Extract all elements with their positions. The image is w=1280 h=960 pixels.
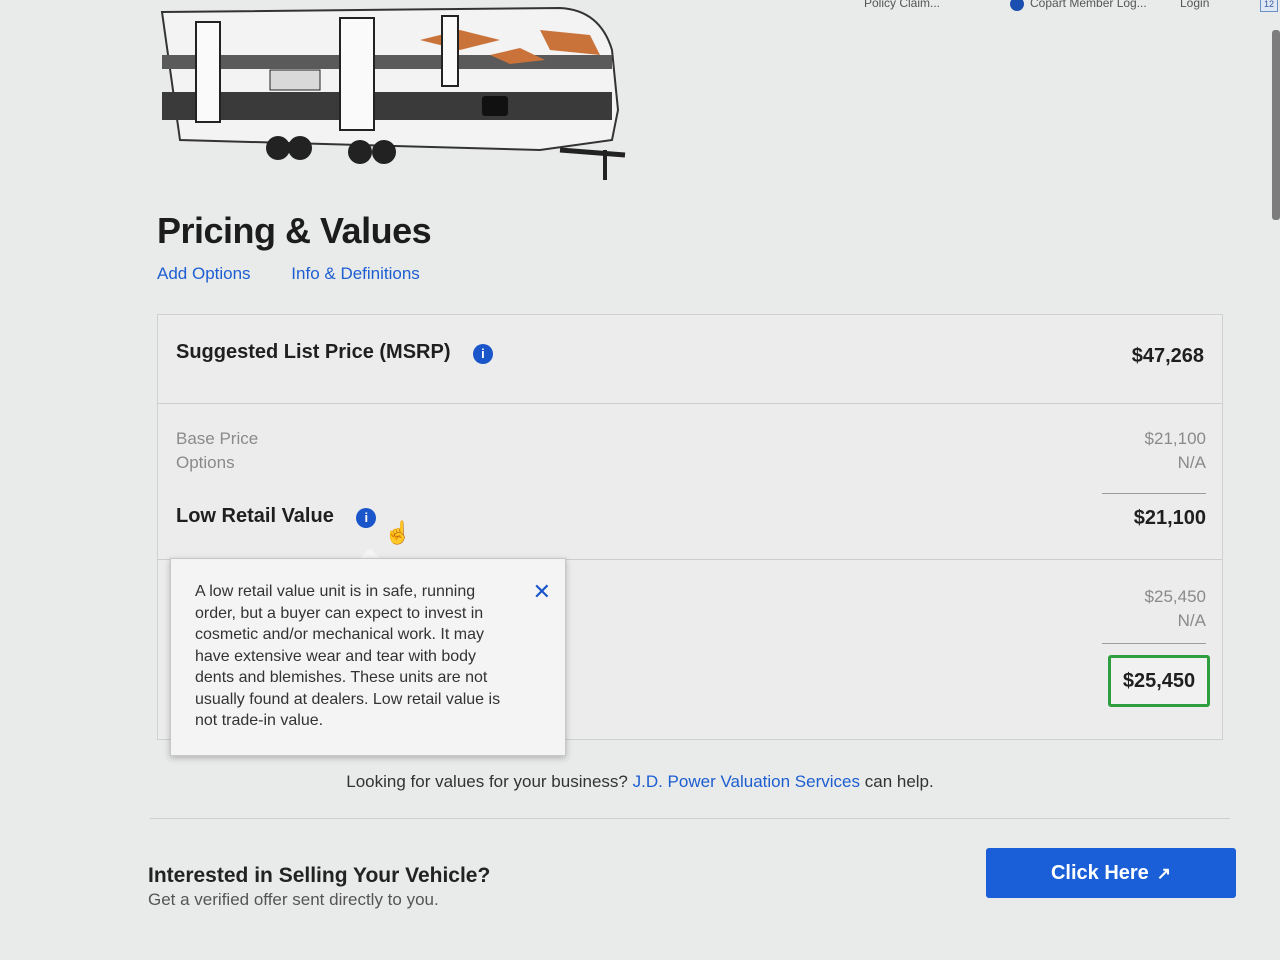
sell-subtitle: Get a verified offer sent directly to yo… xyxy=(148,890,439,909)
msrp-info-icon[interactable]: i xyxy=(472,343,493,364)
base-price-row: Base Price $21,100 xyxy=(176,429,1206,449)
pricing-links: Add Options Info & Definitions xyxy=(157,264,456,284)
msrp-label: Suggested List Price (MSRP) xyxy=(176,341,451,363)
tooltip-text: A low retail value unit is in safe, runn… xyxy=(195,583,501,729)
base-price-value: $21,100 xyxy=(1144,429,1206,448)
options-label: Options xyxy=(176,453,235,472)
business-note: Looking for values for your business? J.… xyxy=(0,772,1280,792)
business-suffix: can help. xyxy=(864,772,934,791)
bookmark-login[interactable]: Login xyxy=(1180,0,1209,10)
hand-cursor-icon: ☝ xyxy=(384,520,412,545)
bookmarks-bar: Policy Claim... Copart Member Log... Log… xyxy=(830,0,1280,12)
avg-retail-value: $25,450 xyxy=(1108,655,1210,707)
bookmark-copart[interactable]: Copart Member Log... xyxy=(1010,0,1147,11)
divider xyxy=(150,818,1230,819)
business-prefix: Looking for values for your business? xyxy=(346,772,628,791)
external-link-icon: ↗ xyxy=(1156,863,1172,883)
copart-icon xyxy=(1010,0,1024,11)
low-retail-value: $21,100 xyxy=(1133,507,1206,529)
low-retail-tooltip: A low retail value unit is in safe, runn… xyxy=(170,558,566,756)
valuation-services-link[interactable]: J.D. Power Valuation Services xyxy=(633,772,860,791)
options-row: Options N/A xyxy=(176,453,1206,473)
click-here-label: Click Here xyxy=(1050,861,1149,884)
click-here-button[interactable]: Click Here ↗ xyxy=(986,848,1236,898)
low-retail-row: Low Retail Value i ☝ $21,100 xyxy=(176,505,1206,545)
tooltip-arrow xyxy=(360,548,380,558)
add-options-link[interactable]: Add Options xyxy=(157,264,251,283)
page-title: Pricing & Values xyxy=(157,210,432,251)
avg-options-value: N/A xyxy=(1177,611,1206,630)
avg-base-value: $25,450 xyxy=(1144,587,1206,606)
low-retail-label: Low Retail Value xyxy=(176,505,334,527)
low-retail-info-icon[interactable]: i xyxy=(356,507,377,528)
close-icon[interactable]: ✕ xyxy=(533,581,551,603)
sell-title: Interested in Selling Your Vehicle? xyxy=(148,864,491,887)
msrp-value: $47,268 xyxy=(1131,345,1204,367)
sum-line xyxy=(1102,643,1206,644)
msrp-row: Suggested List Price (MSRP) i $47,268 xyxy=(176,341,1204,377)
info-definitions-link[interactable]: Info & Definitions xyxy=(291,264,420,283)
scrollbar[interactable] xyxy=(1272,30,1280,220)
sum-line xyxy=(1102,493,1206,494)
options-value: N/A xyxy=(1177,453,1206,472)
trailer-image xyxy=(160,6,626,180)
base-price-label: Base Price xyxy=(176,429,259,448)
bookmark-policy-claim[interactable]: Policy Claim... xyxy=(864,0,940,10)
bookmark-badge: 12 xyxy=(1260,0,1278,12)
divider xyxy=(158,403,1222,404)
